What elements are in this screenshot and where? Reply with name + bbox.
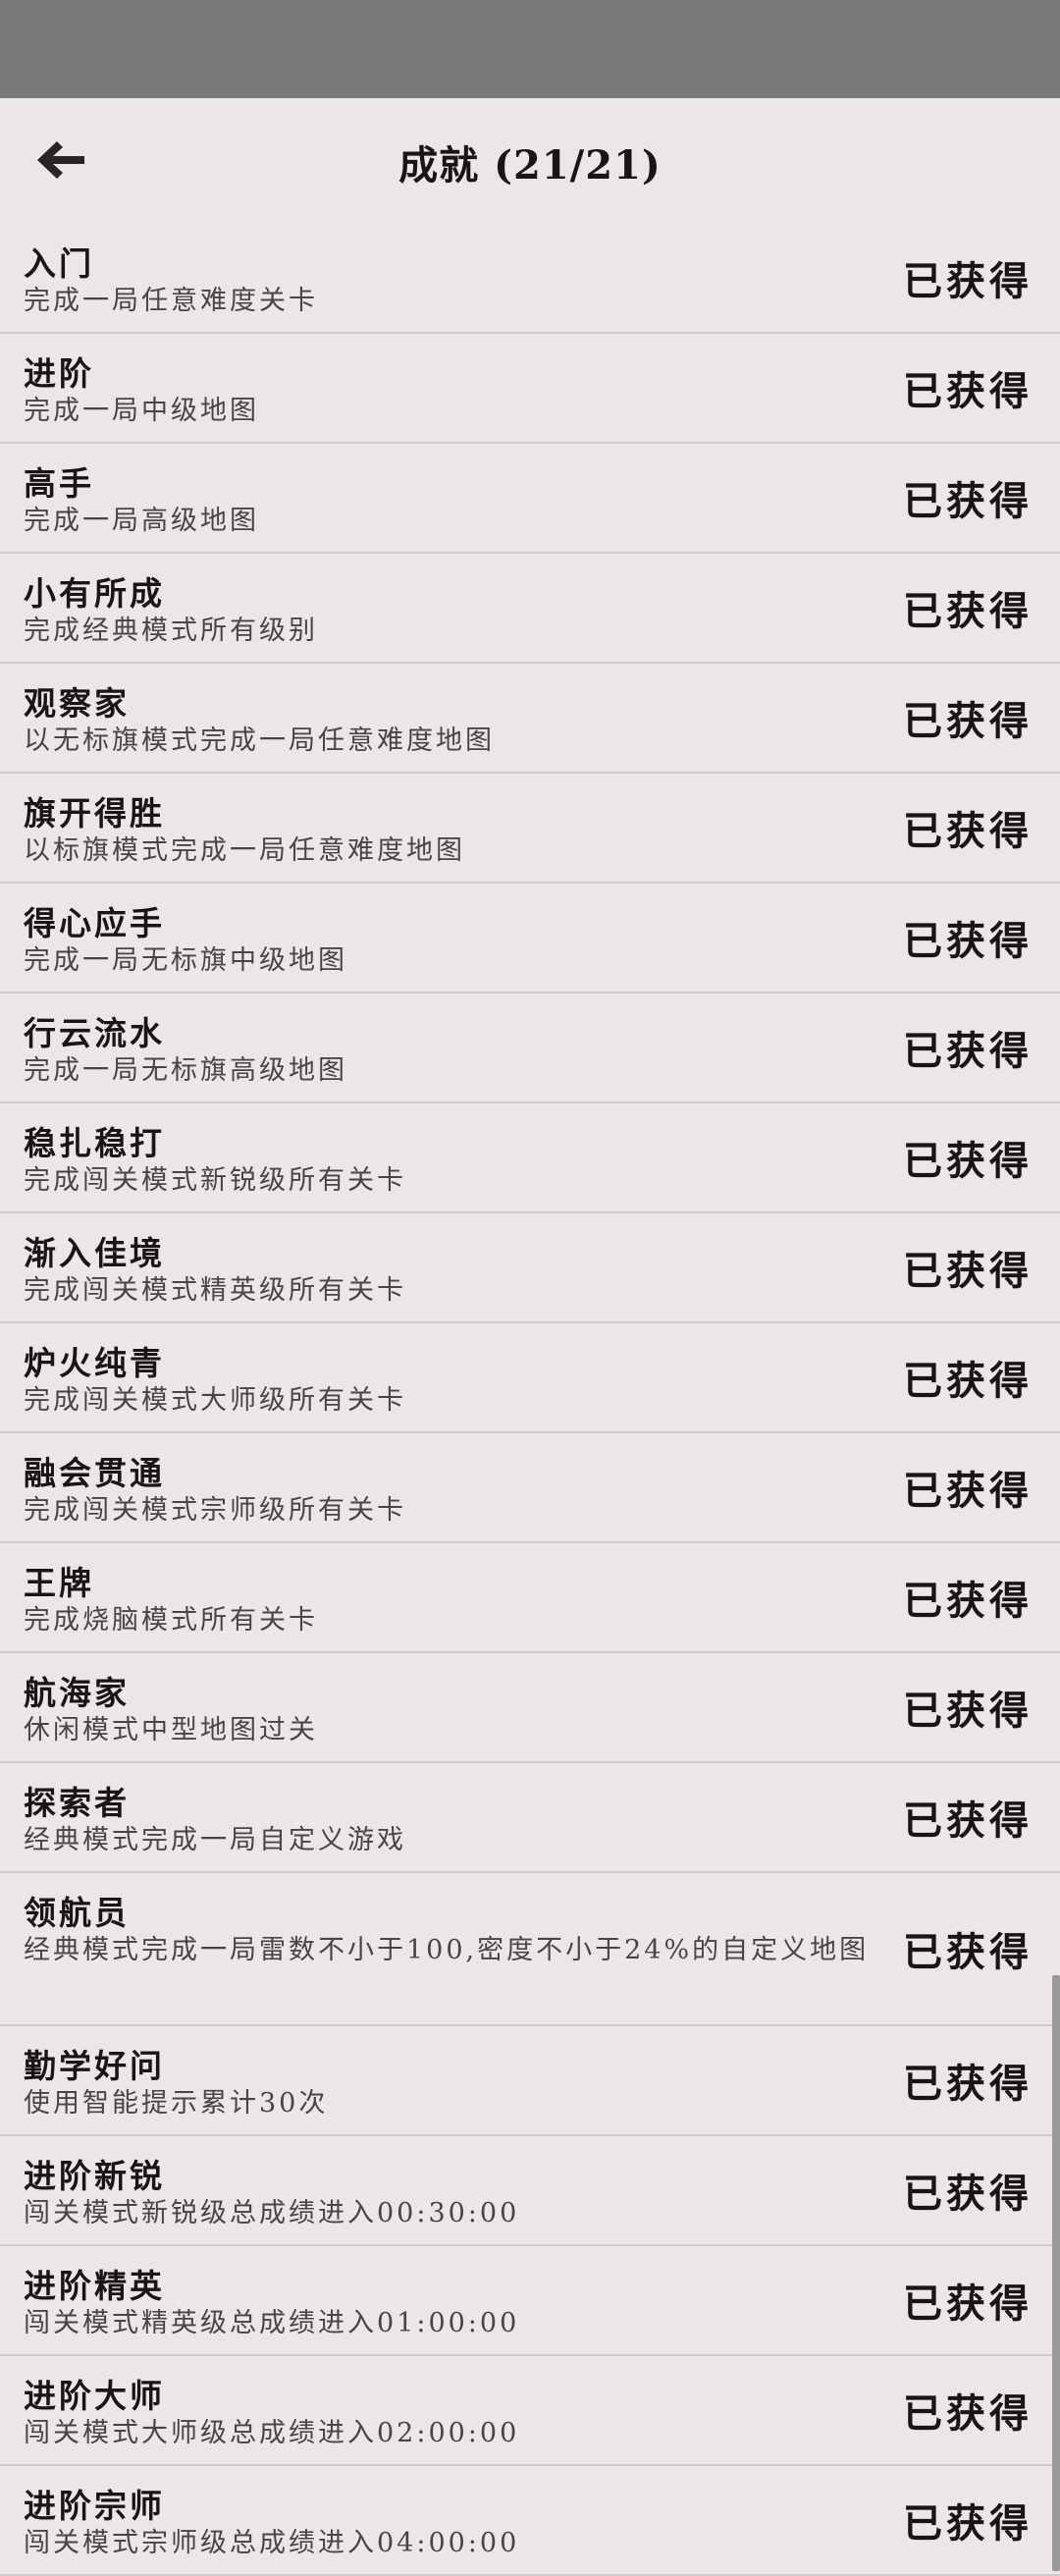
- achievement-row-8[interactable]: 稳扎稳打 完成闯关模式新锐级所有关卡 已获得: [0, 1103, 1060, 1213]
- achievement-status: 已获得: [903, 698, 1033, 744]
- achievement-status: 已获得: [903, 368, 1033, 414]
- achievement-status: 已获得: [903, 2500, 1033, 2547]
- achievement-status: 已获得: [903, 478, 1033, 524]
- achievement-desc: 完成闯关模式大师级所有关卡: [24, 1385, 406, 1416]
- achievement-row-11[interactable]: 融会贯通 完成闯关模式宗师级所有关卡 已获得: [0, 1433, 1060, 1543]
- achievement-row-13[interactable]: 航海家 休闲模式中型地图过关 已获得: [0, 1653, 1060, 1763]
- achievement-desc: 经典模式完成一局雷数不小于100,密度不小于24%的自定义地图: [24, 1935, 870, 1965]
- achievement-status: 已获得: [903, 1688, 1033, 1734]
- achievement-row-9[interactable]: 渐入佳境 完成闯关模式精英级所有关卡 已获得: [0, 1213, 1060, 1323]
- achievement-status: 已获得: [903, 2390, 1033, 2437]
- achievement-desc: 完成一局任意难度关卡: [24, 286, 318, 316]
- achievement-name: 进阶新锐: [24, 2157, 165, 2195]
- achievement-desc: 经典模式完成一局自定义游戏: [24, 1825, 406, 1855]
- scrollbar-thumb[interactable]: [1052, 1975, 1060, 2571]
- achievement-status: 已获得: [903, 1248, 1033, 1294]
- achievement-name: 炉火纯青: [24, 1344, 165, 1382]
- achievement-name: 进阶大师: [24, 2377, 165, 2415]
- achievement-list[interactable]: 入门 完成一局任意难度关卡 已获得 进阶 完成一局中级地图 已获得 高手 完成一…: [0, 224, 1060, 2576]
- achievement-status: 已获得: [903, 1028, 1033, 1074]
- achievement-desc: 完成一局高级地图: [24, 506, 259, 536]
- achievement-desc: 完成闯关模式宗师级所有关卡: [24, 1495, 406, 1526]
- achievement-desc: 以无标旗模式完成一局任意难度地图: [24, 725, 495, 756]
- achievement-desc: 闯关模式大师级总成绩进入02:00:00: [24, 2418, 520, 2448]
- achievement-desc: 完成经典模式所有级别: [24, 616, 318, 646]
- achievement-row-7[interactable]: 行云流水 完成一局无标旗高级地图 已获得: [0, 993, 1060, 1103]
- achievement-row-3[interactable]: 小有所成 完成经典模式所有级别 已获得: [0, 554, 1060, 664]
- achievement-name: 勤学好问: [24, 2047, 165, 2085]
- achievement-desc: 完成一局无标旗高级地图: [24, 1055, 347, 1086]
- achievement-status: 已获得: [903, 1578, 1033, 1624]
- achievement-row-5[interactable]: 旗开得胜 以标旗模式完成一局任意难度地图 已获得: [0, 774, 1060, 884]
- achievement-name: 进阶宗师: [24, 2487, 165, 2525]
- status-bar: [0, 0, 1060, 98]
- achievement-row-12[interactable]: 王牌 完成烧脑模式所有关卡 已获得: [0, 1543, 1060, 1653]
- achievement-row-2[interactable]: 高手 完成一局高级地图 已获得: [0, 444, 1060, 554]
- achievement-name: 高手: [24, 464, 94, 503]
- achievement-row-14[interactable]: 探索者 经典模式完成一局自定义游戏 已获得: [0, 1763, 1060, 1873]
- achievement-name: 航海家: [24, 1674, 130, 1712]
- achievement-status: 已获得: [903, 1138, 1033, 1184]
- achievement-name: 领航员: [24, 1894, 130, 1932]
- achievement-desc: 闯关模式精英级总成绩进入01:00:00: [24, 2308, 520, 2338]
- achievement-status: 已获得: [903, 2281, 1033, 2327]
- achievement-row-19[interactable]: 进阶大师 闯关模式大师级总成绩进入02:00:00 已获得: [0, 2356, 1060, 2466]
- achievement-desc: 完成烧脑模式所有关卡: [24, 1605, 318, 1636]
- achievement-name: 行云流水: [24, 1014, 165, 1052]
- achievement-row-18[interactable]: 进阶精英 闯关模式精英级总成绩进入01:00:00 已获得: [0, 2246, 1060, 2356]
- achievement-status: 已获得: [903, 2061, 1033, 2107]
- achievement-row-20[interactable]: 进阶宗师 闯关模式宗师级总成绩进入04:00:00 已获得: [0, 2466, 1060, 2576]
- achievement-name: 稳扎稳打: [24, 1124, 165, 1162]
- achievement-row-6[interactable]: 得心应手 完成一局无标旗中级地图 已获得: [0, 884, 1060, 993]
- achievement-name: 进阶精英: [24, 2267, 165, 2305]
- achievement-status: 已获得: [903, 1358, 1033, 1404]
- achievement-status: 已获得: [903, 1798, 1033, 1844]
- achievement-status: 已获得: [903, 808, 1033, 854]
- achievement-desc: 完成闯关模式新锐级所有关卡: [24, 1165, 406, 1196]
- achievement-status: 已获得: [903, 2171, 1033, 2217]
- achievement-desc: 闯关模式新锐级总成绩进入00:30:00: [24, 2198, 520, 2228]
- achievement-name: 旗开得胜: [24, 794, 165, 832]
- achievement-row-16[interactable]: 勤学好问 使用智能提示累计30次 已获得: [0, 2026, 1060, 2136]
- achievement-row-1[interactable]: 进阶 完成一局中级地图 已获得: [0, 334, 1060, 444]
- achievement-row-0[interactable]: 入门 完成一局任意难度关卡 已获得: [0, 224, 1060, 334]
- achievement-name: 小有所成: [24, 574, 165, 613]
- achievement-desc: 完成一局无标旗中级地图: [24, 945, 347, 976]
- page-title: 成就 (21/21): [398, 142, 662, 188]
- achievement-name: 进阶: [24, 354, 94, 393]
- achievement-name: 观察家: [24, 684, 130, 723]
- achievement-row-17[interactable]: 进阶新锐 闯关模式新锐级总成绩进入00:30:00 已获得: [0, 2136, 1060, 2246]
- achievement-desc: 完成一局中级地图: [24, 396, 259, 426]
- achievement-desc: 使用智能提示累计30次: [24, 2088, 329, 2119]
- achievement-desc: 休闲模式中型地图过关: [24, 1715, 318, 1745]
- achievement-status: 已获得: [903, 588, 1033, 634]
- achievement-name: 王牌: [24, 1564, 94, 1602]
- achievement-status: 已获得: [903, 1929, 1033, 1975]
- achievement-row-10[interactable]: 炉火纯青 完成闯关模式大师级所有关卡 已获得: [0, 1323, 1060, 1433]
- achievement-status: 已获得: [903, 918, 1033, 964]
- achievement-status: 已获得: [903, 258, 1033, 304]
- achievement-name: 入门: [24, 244, 94, 283]
- achievement-name: 得心应手: [24, 904, 165, 942]
- achievement-name: 渐入佳境: [24, 1234, 165, 1272]
- achievement-desc: 以标旗模式完成一局任意难度地图: [24, 835, 465, 866]
- achievement-status: 已获得: [903, 1468, 1033, 1514]
- achievement-desc: 闯关模式宗师级总成绩进入04:00:00: [24, 2528, 520, 2558]
- app-header: 成就 (21/21): [0, 98, 1060, 224]
- achievement-row-15[interactable]: 领航员 经典模式完成一局雷数不小于100,密度不小于24%的自定义地图 已获得: [0, 1873, 1060, 2026]
- achievement-desc: 完成闯关模式精英级所有关卡: [24, 1275, 406, 1306]
- achievement-name: 融会贯通: [24, 1454, 165, 1492]
- achievement-name: 探索者: [24, 1784, 130, 1822]
- achievement-row-4[interactable]: 观察家 以无标旗模式完成一局任意难度地图 已获得: [0, 664, 1060, 774]
